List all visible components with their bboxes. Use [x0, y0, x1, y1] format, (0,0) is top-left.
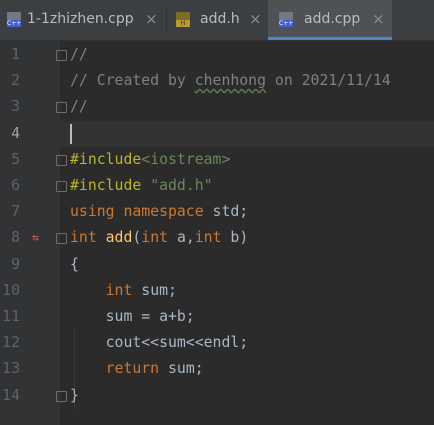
line-number[interactable]: 6	[0, 173, 20, 199]
line-number[interactable]: 2	[0, 68, 20, 94]
code-token: std;	[212, 203, 249, 221]
tab-add-cpp[interactable]: C++ add.cpp ×	[268, 0, 392, 40]
code-token: int	[70, 229, 106, 247]
code-line[interactable]: 7 using namespace std;	[0, 199, 434, 225]
fold-marker-icon[interactable]	[56, 50, 67, 61]
code-token: return	[105, 360, 168, 378]
line-number[interactable]: 11	[0, 304, 20, 330]
line-number[interactable]: 7	[0, 199, 20, 225]
code-token: b)	[230, 229, 249, 247]
code-text: int sum;	[70, 278, 177, 304]
code-token: cout<<sum<<endl;	[70, 334, 249, 352]
code-text: sum = a+b;	[70, 304, 195, 330]
code-text: // Created by chenhong on 2021/11/14	[70, 68, 391, 94]
code-text: cout<<sum<<endl;	[70, 330, 249, 356]
code-token: // Created by	[70, 72, 195, 90]
code-line[interactable]: 12 cout<<sum<<endl;	[0, 330, 434, 356]
code-token: //	[70, 98, 88, 116]
code-line[interactable]: 8 ⇆ int add(int a,int b)	[0, 225, 434, 251]
close-icon[interactable]: ×	[249, 10, 262, 28]
active-tab-indicator	[268, 37, 392, 40]
code-token: int	[194, 229, 231, 247]
line-number[interactable]: 12	[0, 330, 20, 356]
code-token: add	[105, 229, 133, 247]
code-line[interactable]: 4	[0, 120, 434, 147]
line-number[interactable]: 10	[0, 278, 20, 304]
tab-label: 1-1zhizhen.cpp	[27, 11, 134, 27]
code-token: }	[70, 386, 79, 404]
tab-label: add.cpp	[304, 11, 361, 27]
code-line[interactable]: 6 #include "add.h"	[0, 173, 434, 199]
code-text: //	[70, 94, 88, 120]
tab-add-h[interactable]: H add.h ×	[167, 0, 268, 40]
fold-marker-icon[interactable]	[56, 233, 67, 245]
close-icon[interactable]: ×	[145, 10, 158, 28]
code-token: sum;	[168, 360, 204, 378]
line-number[interactable]: 3	[0, 94, 20, 120]
line-number[interactable]: 9	[0, 252, 20, 278]
cpp-file-icon: C++	[279, 12, 293, 27]
code-line[interactable]: 10 int sum;	[0, 278, 434, 304]
code-token: "add.h"	[150, 177, 213, 194]
line-number[interactable]: 5	[0, 147, 20, 173]
fold-marker-icon[interactable]	[56, 181, 67, 192]
line-number[interactable]: 14	[0, 383, 20, 409]
fold-marker-icon[interactable]	[56, 390, 67, 402]
code-text: return sum;	[70, 356, 204, 382]
line-number[interactable]: 1	[0, 42, 20, 68]
code-text: }	[70, 383, 79, 409]
code-token: (	[132, 229, 142, 247]
code-token: #include	[70, 150, 142, 168]
code-line[interactable]: 9{	[0, 252, 434, 278]
code-line[interactable]: 5 #include<iostream>	[0, 147, 434, 173]
code-text: int add(int a,int b)	[70, 225, 248, 251]
implementation-arrows-icon[interactable]: ⇆	[32, 225, 39, 251]
code-token: chenhong	[194, 72, 266, 90]
text-caret	[70, 123, 72, 144]
code-editor[interactable]: 1 // 2 // Created by chenhong on 2021/11/14…	[0, 41, 434, 425]
code-line[interactable]: 11 sum = a+b;	[0, 304, 434, 330]
header-file-icon: H	[176, 12, 190, 27]
code-token: using namespace	[70, 203, 213, 221]
editor-tab-bar: C++ 1-1zhizhen.cpp × H add.h × C++ add.c…	[0, 0, 434, 41]
code-token: {	[70, 255, 79, 273]
code-text: using namespace std;	[70, 199, 248, 225]
code-token: on 2021/11/14	[266, 72, 391, 90]
line-number[interactable]: 4	[0, 121, 20, 147]
code-token: sum;	[141, 281, 177, 299]
code-line[interactable]: 14}	[0, 383, 434, 409]
fold-marker-icon[interactable]	[56, 154, 67, 166]
cpp-file-icon: C++	[7, 12, 21, 27]
code-token: #include	[70, 177, 151, 194]
tab-1-1zhizhen-cpp[interactable]: C++ 1-1zhizhen.cpp ×	[0, 0, 166, 40]
code-token: a,	[176, 229, 195, 247]
line-number[interactable]: 8	[0, 225, 20, 251]
close-icon[interactable]: ×	[372, 10, 385, 28]
fold-marker-icon[interactable]	[56, 102, 67, 114]
code-line[interactable]: 13 return sum;	[0, 356, 434, 382]
code-text: {	[70, 252, 79, 278]
tab-label: add.h	[200, 11, 240, 27]
code-text: #include "add.h"	[70, 173, 213, 199]
code-token: int	[105, 281, 142, 299]
line-number[interactable]: 13	[0, 356, 20, 382]
code-token: sum = a+b;	[70, 308, 195, 325]
code-line[interactable]: 3 //	[0, 94, 434, 120]
code-text: #include<iostream>	[70, 147, 230, 173]
code-line[interactable]: 2 // Created by chenhong on 2021/11/14	[0, 68, 434, 94]
code-line[interactable]: 1 //	[0, 42, 434, 68]
code-token: <iostream>	[141, 150, 231, 168]
code-token: int	[141, 229, 177, 247]
code-token: //	[70, 46, 88, 63]
code-text: //	[70, 42, 88, 68]
